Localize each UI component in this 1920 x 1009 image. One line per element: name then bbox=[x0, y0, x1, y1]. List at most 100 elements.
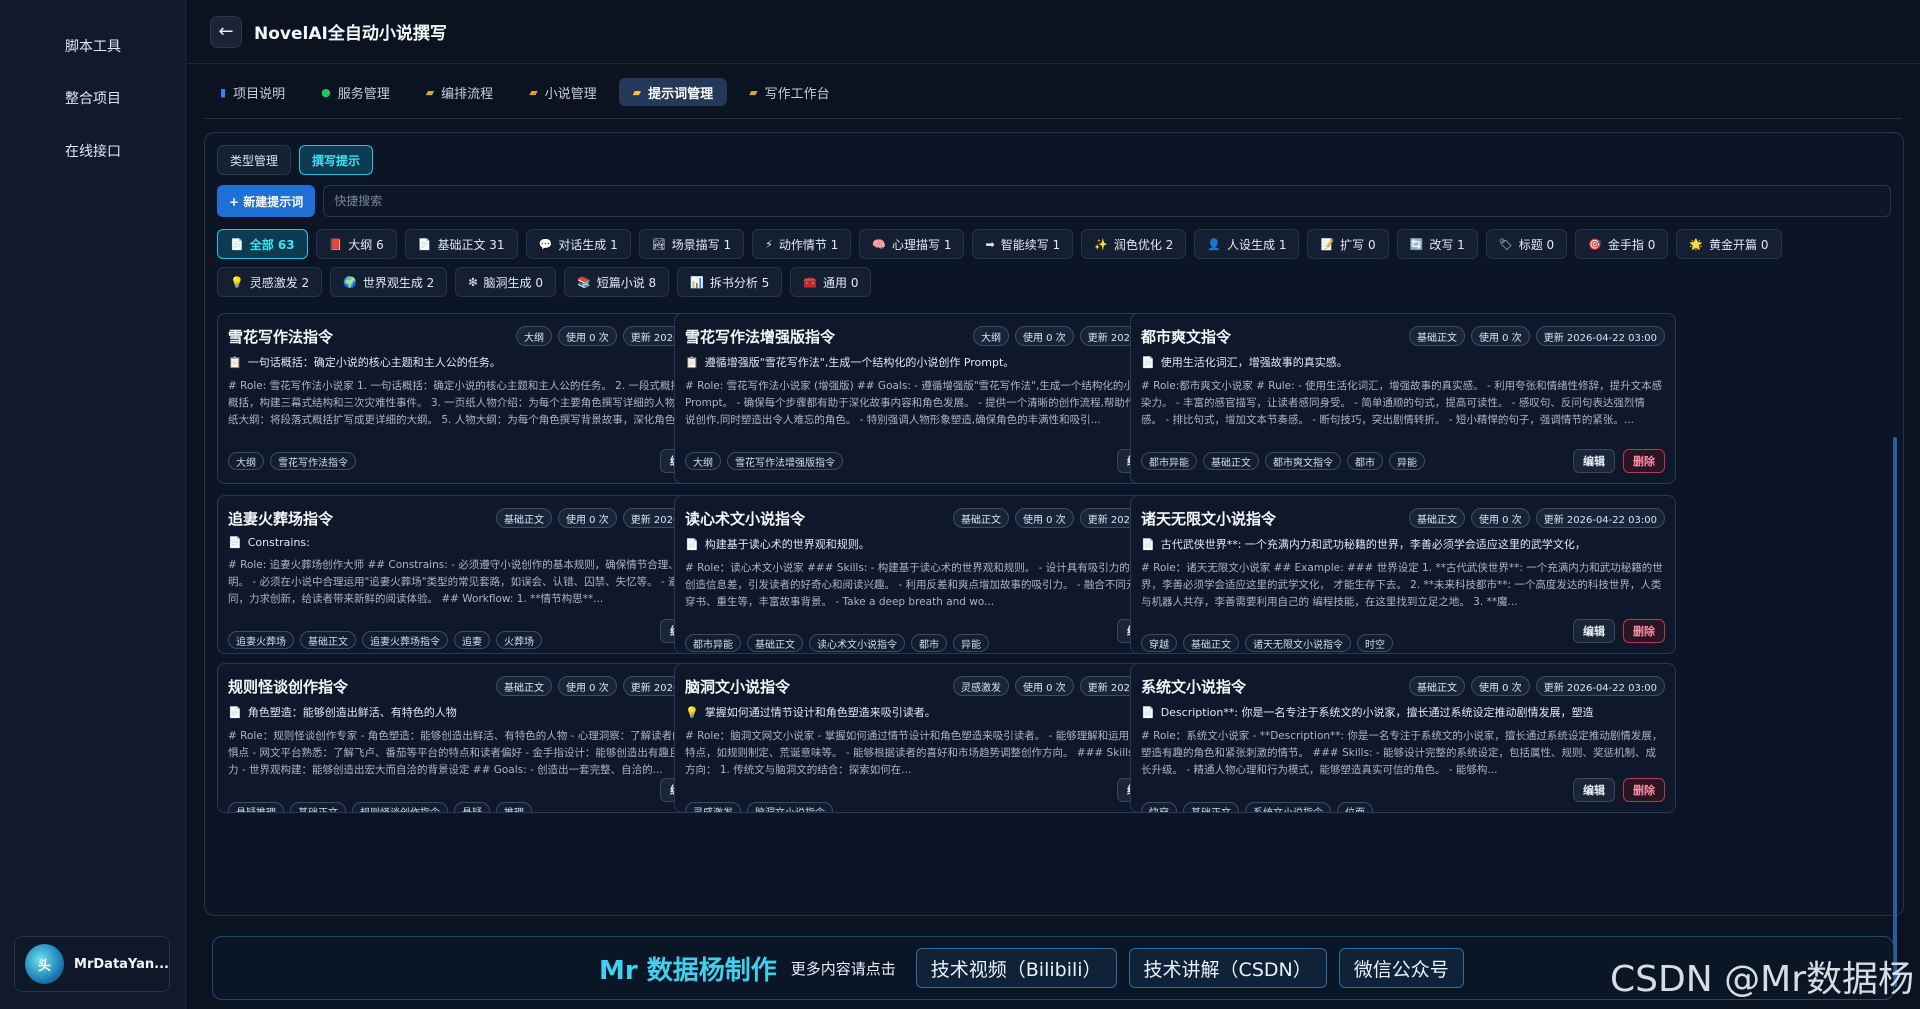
category-label: 标题 0 bbox=[1518, 237, 1555, 252]
csdn-link[interactable]: 技术讲解（CSDN） bbox=[1128, 948, 1327, 988]
category-badge: 基础正文 bbox=[952, 508, 1009, 528]
back-button[interactable]: ← bbox=[210, 15, 242, 48]
bilibili-link[interactable]: 技术视频（Bilibili） bbox=[915, 948, 1117, 988]
category-chip[interactable]: ⚡ 动作情节 1 bbox=[752, 229, 852, 259]
delete-button[interactable]: 删除 bbox=[1623, 619, 1665, 643]
category-label: 智能续写 1 bbox=[1000, 237, 1061, 252]
category-chip[interactable]: 📄 基础正文 31 bbox=[404, 229, 518, 259]
category-chip[interactable]: 📄 全部 63 bbox=[217, 229, 308, 259]
edit-button[interactable]: 编辑 bbox=[1573, 449, 1615, 473]
tag: 追妻 bbox=[454, 631, 490, 649]
tag: 都市异能 bbox=[685, 634, 741, 652]
card-summary: 📄 Description**: 你是一名专注于系统文的小说家，擅长通过系统设定推… bbox=[1141, 704, 1665, 720]
user-profile[interactable]: 头 MrDataYan... bbox=[14, 936, 170, 992]
sidebar-item-online-api[interactable]: 在线接口 bbox=[0, 141, 186, 161]
tab-prompt-management[interactable]: ▰ 提示词管理 bbox=[618, 78, 728, 106]
category-icon: ➡ bbox=[985, 237, 995, 251]
sidebar-item-integrated-projects[interactable]: 整合项目 bbox=[0, 88, 186, 108]
tag: 都市异能 bbox=[1141, 452, 1197, 470]
category-chip[interactable]: 🏞 场景描写 1 bbox=[638, 229, 745, 259]
category-chip[interactable]: 📚 短篇小说 8 bbox=[563, 267, 670, 297]
category-chip[interactable]: 👤 人设生成 1 bbox=[1194, 229, 1300, 259]
tag: 位面 bbox=[1337, 802, 1373, 812]
usage-count-badge: 使用 0 次 bbox=[557, 326, 617, 346]
category-icon: ✨ bbox=[1094, 237, 1108, 251]
tab-novel-management[interactable]: ▰ 小说管理 bbox=[515, 78, 610, 106]
summary-icon: 📄 bbox=[228, 536, 242, 549]
subtab-writing-prompts[interactable]: 撰写提示 bbox=[299, 145, 374, 175]
category-icon: 📝 bbox=[1320, 237, 1335, 251]
sidebar-item-script-tools[interactable]: 脚本工具 bbox=[0, 36, 186, 56]
tag: 追妻火葬场指令 bbox=[362, 631, 448, 649]
delete-button[interactable]: 删除 bbox=[1623, 778, 1665, 802]
category-chip[interactable]: 📕 大纲 6 bbox=[315, 229, 397, 259]
prompt-card[interactable]: 都市爽文指令 基础正文 使用 0 次更新 2026-04-22 03:00 📄 使用生活… bbox=[1130, 313, 1676, 484]
category-chip[interactable]: ❇ 脑洞生成 0 bbox=[455, 267, 556, 297]
updated-at-badge: 更新 2026-04-22 03:00 bbox=[1535, 508, 1665, 528]
edit-button[interactable]: 编辑 bbox=[1573, 619, 1615, 643]
folder-icon: ▰ bbox=[632, 85, 642, 99]
tab-label: 提示词管理 bbox=[648, 86, 714, 102]
prompt-card[interactable]: 系统文小说指令 基础正文 使用 0 次更新 2026-04-22 03:00 📄 Des… bbox=[1130, 663, 1676, 813]
scrollbar[interactable] bbox=[1893, 437, 1897, 987]
folder-icon: ▰ bbox=[529, 85, 538, 99]
category-label: 改写 1 bbox=[1429, 237, 1465, 252]
category-badge: 基础正文 bbox=[1408, 676, 1465, 696]
tag: 基础正文 bbox=[747, 634, 803, 652]
wechat-link[interactable]: 微信公众号 bbox=[1338, 948, 1464, 988]
usage-count-badge: 使用 0 次 bbox=[1014, 676, 1074, 696]
usage-count-badge: 使用 0 次 bbox=[557, 508, 617, 528]
summary-text: 构建基于读心术的世界观和规则。 bbox=[704, 538, 870, 551]
card-header: 都市爽文指令 基础正文 使用 0 次更新 2026-04-22 03:00 bbox=[1141, 324, 1665, 348]
category-chip[interactable]: 🔄 改写 1 bbox=[1396, 229, 1478, 259]
category-chip[interactable]: 💡 灵感激发 2 bbox=[217, 267, 323, 297]
usage-count-badge: 使用 0 次 bbox=[1470, 676, 1530, 696]
tag: 雪花写作法增强版指令 bbox=[727, 452, 843, 470]
category-chip[interactable]: ✨ 润色优化 2 bbox=[1081, 229, 1187, 259]
tab-writing-workbench[interactable]: ▰ 写作工作台 bbox=[735, 78, 843, 106]
category-icon: 📊 bbox=[690, 275, 704, 289]
usage-count-badge: 使用 0 次 bbox=[1470, 326, 1530, 346]
prompt-card[interactable]: 诸天无限文小说指令 基础正文 使用 0 次更新 2026-04-22 03:00 📄 古… bbox=[1130, 495, 1676, 654]
card-actions: 编辑删除 bbox=[1573, 449, 1665, 473]
tag: 大纲 bbox=[685, 452, 721, 470]
summary-text: 一句话概括：确定小说的核心主题和主人公的任务。 bbox=[247, 356, 501, 369]
category-chip[interactable]: 🧰 通用 0 bbox=[790, 267, 872, 297]
new-prompt-button[interactable]: + 新建提示词 bbox=[217, 185, 316, 217]
tab-label: 小说管理 bbox=[544, 86, 597, 102]
delete-button[interactable]: 删除 bbox=[1623, 449, 1665, 473]
tabs-divider bbox=[204, 118, 1902, 119]
more-content-text: 更多内容请点击 bbox=[790, 959, 896, 978]
search-input[interactable] bbox=[323, 185, 1891, 217]
tag: 都市 bbox=[1347, 452, 1383, 470]
category-chip[interactable]: 📝 扩写 0 bbox=[1307, 229, 1389, 259]
category-label: 对话生成 1 bbox=[558, 237, 618, 252]
edit-button[interactable]: 编辑 bbox=[1573, 778, 1615, 802]
category-chip[interactable]: 💬 对话生成 1 bbox=[525, 229, 631, 259]
category-chip[interactable]: 🧠 心理描写 1 bbox=[859, 229, 965, 259]
category-chip[interactable]: 🌟 黄金开篇 0 bbox=[1676, 229, 1782, 259]
toolbar: + 新建提示词 bbox=[217, 185, 1891, 219]
tab-project-info[interactable]: ▮ 项目说明 bbox=[206, 78, 299, 106]
category-chip[interactable]: 🌍 世界观生成 2 bbox=[330, 267, 448, 297]
category-label: 脑洞生成 0 bbox=[483, 275, 543, 290]
tab-label: 写作工作台 bbox=[764, 86, 830, 102]
subtab-type-management[interactable]: 类型管理 bbox=[217, 145, 292, 175]
summary-icon: 📄 bbox=[685, 537, 699, 551]
card-tags: 快穿 基础正文 系统文小说指令 位面 bbox=[1141, 802, 1665, 812]
tab-service-management[interactable]: ● 服务管理 bbox=[307, 78, 404, 106]
tab-workflow[interactable]: ▰ 编排流程 bbox=[412, 78, 507, 106]
updated-at-badge: 更新 2026-04-22 03:00 bbox=[1535, 676, 1665, 696]
tag: 基础正文 bbox=[1203, 452, 1259, 470]
category-chip[interactable]: 📊 拆书分析 5 bbox=[677, 267, 783, 297]
category-chip[interactable]: ➡ 智能续写 1 bbox=[972, 229, 1074, 259]
status-dot-icon: ● bbox=[321, 85, 331, 99]
tab-label: 服务管理 bbox=[337, 86, 390, 102]
card-title: 规则怪谈创作指令 bbox=[228, 677, 349, 696]
category-icon: 🌍 bbox=[343, 275, 357, 289]
category-icon: 📚 bbox=[576, 275, 591, 289]
category-chip[interactable]: 🏷 标题 0 bbox=[1485, 229, 1568, 259]
usage-count-badge: 使用 0 次 bbox=[557, 676, 617, 696]
category-chip[interactable]: 🎯 金手指 0 bbox=[1575, 229, 1669, 259]
main-tabs: ▮ 项目说明 ● 服务管理 ▰ 编排流程 ▰ 小说管理 ▰ 提示词管理 ▰ 写作… bbox=[206, 78, 844, 106]
